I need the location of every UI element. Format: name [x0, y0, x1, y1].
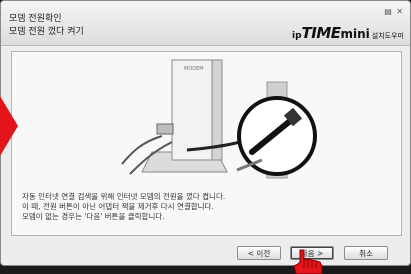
brand-mini: mini — [340, 27, 370, 41]
brand-wizard-label: 설치도우미 — [371, 32, 404, 40]
prev-button[interactable]: < 이전 — [237, 246, 281, 260]
modem-power-illustration: MODEM — [121, 59, 317, 179]
red-arrow-icon — [0, 96, 18, 156]
step-subtitle: 모뎀 전원 껐다 켜기 — [9, 27, 84, 37]
modem-body — [171, 59, 215, 161]
hand-cursor-icon — [293, 249, 323, 274]
iptime-logo: ipTIMEmini 설치도우미 — [292, 23, 404, 42]
cancel-button[interactable]: 취소 — [344, 246, 388, 260]
modem-label: MODEM — [184, 66, 204, 72]
content-panel: MODEM 자동 인터넷 연결 검색을 위해 인터넷 모뎀의 전원을 껐다 켭니… — [11, 51, 402, 236]
zoom-circle — [237, 96, 317, 176]
step-title: 모뎀 전원확인 — [9, 14, 62, 24]
wizard-window: 모뎀 전원확인 모뎀 전원 껐다 켜기 ▤ ✕ ipTIMEmini 설치도우미 … — [0, 0, 411, 266]
brand-ip: ip — [291, 31, 302, 41]
wizard-header: 모뎀 전원확인 모뎀 전원 껐다 켜기 ▤ ✕ ipTIMEmini 설치도우미 — [1, 1, 410, 46]
instruction-line-3: 모뎀이 없는 경우는 '다음' 버튼을 클릭합니다. — [22, 212, 165, 221]
brand-time: TIME — [301, 24, 342, 42]
window-controls[interactable]: ▤ ✕ — [384, 7, 404, 16]
